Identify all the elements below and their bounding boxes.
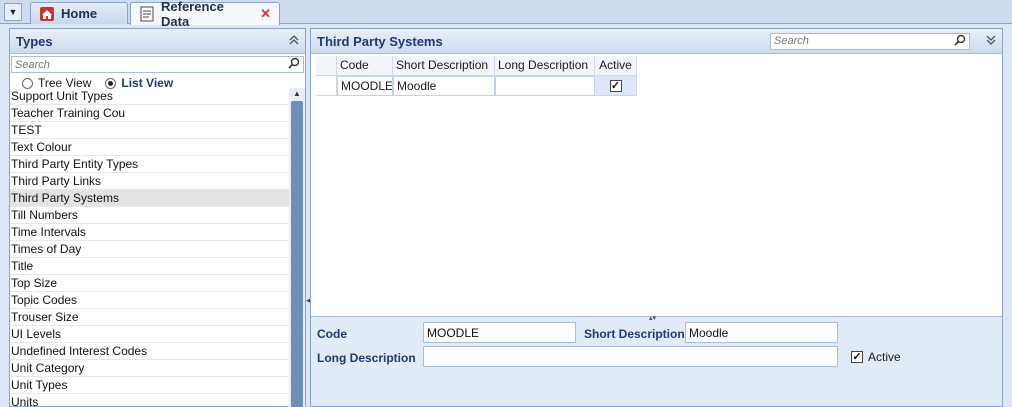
tab-strip: ▼ Home Reference Data ✕ — [0, 0, 1012, 29]
tab-home-label: Home — [61, 6, 98, 21]
short-description-label: Short Description — [584, 327, 685, 341]
search-icon[interactable] — [288, 57, 300, 72]
list-item[interactable]: Times of Day — [10, 241, 289, 258]
types-list: Support Unit Types Teacher Training Cou TE… — [10, 88, 289, 407]
row-selector[interactable] — [316, 76, 337, 96]
list-item[interactable]: Undefined Interest Codes — [10, 343, 289, 360]
active-label: Active — [868, 350, 901, 364]
detail-form: ▴▾ Code Short Description Long Descripti… — [311, 314, 1002, 406]
list-item[interactable]: Teacher Training Cou — [10, 105, 289, 122]
column-header-code[interactable]: Code — [337, 56, 393, 76]
list-item[interactable]: Unit Types — [10, 377, 289, 394]
list-item[interactable]: Text Colour — [10, 139, 289, 156]
list-view-radio[interactable] — [105, 77, 117, 89]
list-item[interactable]: Till Numbers — [10, 207, 289, 224]
tab-menu-dropdown[interactable]: ▼ — [4, 3, 22, 21]
systems-header-tools — [770, 32, 996, 50]
types-scrollbar[interactable]: ▲ — [289, 88, 305, 407]
systems-search — [770, 32, 970, 50]
cell-long-description[interactable] — [495, 76, 595, 96]
types-search — [11, 56, 304, 73]
types-title: Types — [16, 33, 53, 49]
column-header-long-description[interactable]: Long Description — [495, 56, 595, 76]
list-item[interactable]: Unit Category — [10, 360, 289, 377]
double-chevron-up-icon[interactable] — [289, 34, 299, 48]
scroll-thumb[interactable] — [291, 101, 303, 407]
list-item[interactable]: Trouser Size — [10, 309, 289, 326]
tree-view-radio[interactable] — [22, 77, 33, 89]
grid-header-selector — [316, 56, 337, 76]
scroll-up-icon[interactable]: ▲ — [289, 88, 305, 100]
cell-short-description[interactable]: Moodle — [393, 76, 495, 96]
list-item[interactable]: TEST — [10, 122, 289, 139]
list-item[interactable]: Third Party Systems — [10, 190, 289, 207]
home-icon — [39, 6, 55, 22]
list-item[interactable]: Support Unit Types — [10, 88, 289, 105]
list-item[interactable]: Units — [10, 394, 289, 407]
cell-code[interactable]: MOODLE — [337, 76, 393, 96]
list-item[interactable]: Title — [10, 258, 289, 275]
systems-grid: Code Short Description Long Description … — [316, 56, 637, 96]
search-icon[interactable] — [954, 34, 966, 49]
list-item[interactable]: Topic Codes — [10, 292, 289, 309]
list-item[interactable]: UI Levels — [10, 326, 289, 343]
active-detail-checkbox[interactable]: ✓ — [851, 351, 863, 363]
types-panel-header: Types — [10, 29, 305, 54]
code-label: Code — [317, 327, 347, 341]
tab-home[interactable]: Home — [30, 2, 128, 24]
long-description-label: Long Description — [317, 351, 416, 365]
column-header-short-description[interactable]: Short Description — [393, 56, 495, 76]
systems-title: Third Party Systems — [317, 33, 443, 49]
tab-reference-label: Reference Data — [161, 0, 224, 29]
types-search-input[interactable] — [15, 58, 275, 71]
grid-header-row: Code Short Description Long Description … — [316, 56, 637, 76]
tab-reference-data[interactable]: Reference Data ✕ — [130, 0, 280, 29]
third-party-systems-panel: Third Party Systems Code Short Descripti… — [310, 28, 1003, 407]
close-icon[interactable]: ✕ — [260, 6, 271, 22]
cell-active[interactable]: ✓ — [595, 76, 637, 96]
double-chevron-down-icon[interactable] — [986, 35, 996, 48]
document-icon — [139, 6, 155, 22]
systems-panel-header: Third Party Systems — [311, 29, 1002, 54]
list-item[interactable]: Third Party Entity Types — [10, 156, 289, 173]
active-toggle[interactable]: ✓ Active — [851, 350, 901, 364]
code-field[interactable] — [423, 322, 576, 343]
systems-search-input[interactable] — [774, 35, 944, 47]
types-panel: Types Tree View List View Support Unit T… — [9, 28, 306, 407]
list-item[interactable]: Third Party Links — [10, 173, 289, 190]
table-row[interactable]: MOODLE Moodle ✓ — [316, 76, 637, 96]
detail-splitter-handle[interactable]: ▴▾ — [649, 314, 656, 322]
active-checkbox[interactable]: ✓ — [609, 79, 622, 92]
long-description-field[interactable] — [423, 346, 838, 367]
short-description-field[interactable] — [685, 322, 838, 343]
list-item[interactable]: Time Intervals — [10, 224, 289, 241]
column-header-active[interactable]: Active — [595, 56, 637, 76]
list-item[interactable]: Top Size — [10, 275, 289, 292]
